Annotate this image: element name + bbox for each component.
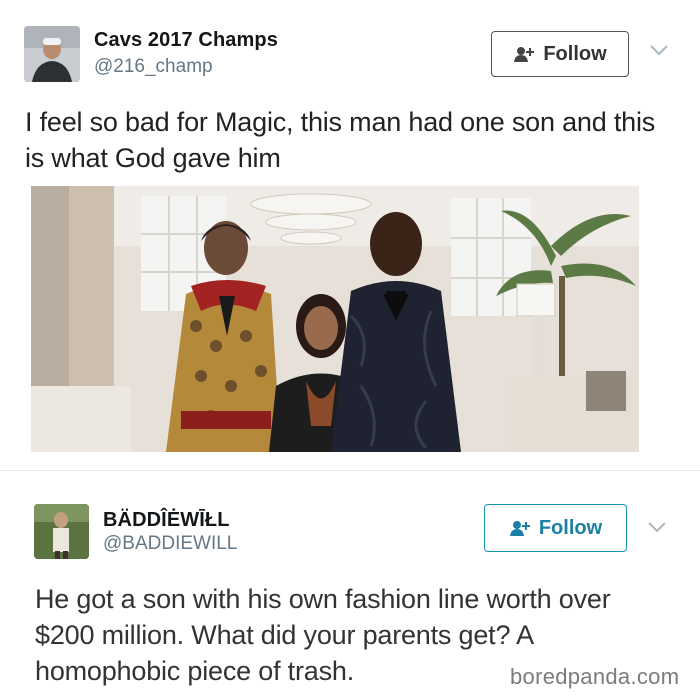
follow-label: Follow xyxy=(543,42,607,65)
add-user-icon xyxy=(509,521,530,536)
follow-label: Follow xyxy=(538,516,603,539)
add-user-icon xyxy=(514,47,535,62)
display-name[interactable]: BÄDDÎĖWĪŁL xyxy=(103,509,230,532)
chevron-down-icon[interactable] xyxy=(649,43,669,57)
follow-button[interactable]: Follow xyxy=(491,31,629,77)
follow-button[interactable]: Follow xyxy=(484,504,627,552)
photo-image xyxy=(31,186,639,452)
chevron-down-icon[interactable] xyxy=(647,520,667,534)
tweet-text: I feel so bad for Magic, this man had on… xyxy=(25,107,656,173)
user-avatar-icon xyxy=(24,26,80,82)
watermark: boredpanda.com xyxy=(510,664,680,689)
display-name[interactable]: Cavs 2017 Champs xyxy=(94,29,278,52)
tweet-2: BÄDDÎĖWĪŁL @BADDIEWILL Follow He got a s… xyxy=(0,470,700,700)
user-handle[interactable]: @216_champ xyxy=(94,56,213,78)
tweet-1: Cavs 2017 Champs @216_champ Follow I fee… xyxy=(0,0,700,470)
avatar[interactable] xyxy=(34,504,89,559)
user-handle[interactable]: @BADDIEWILL xyxy=(103,533,237,555)
tweet-photo[interactable] xyxy=(31,186,639,452)
user-avatar-icon xyxy=(34,504,89,559)
avatar[interactable] xyxy=(24,26,80,82)
